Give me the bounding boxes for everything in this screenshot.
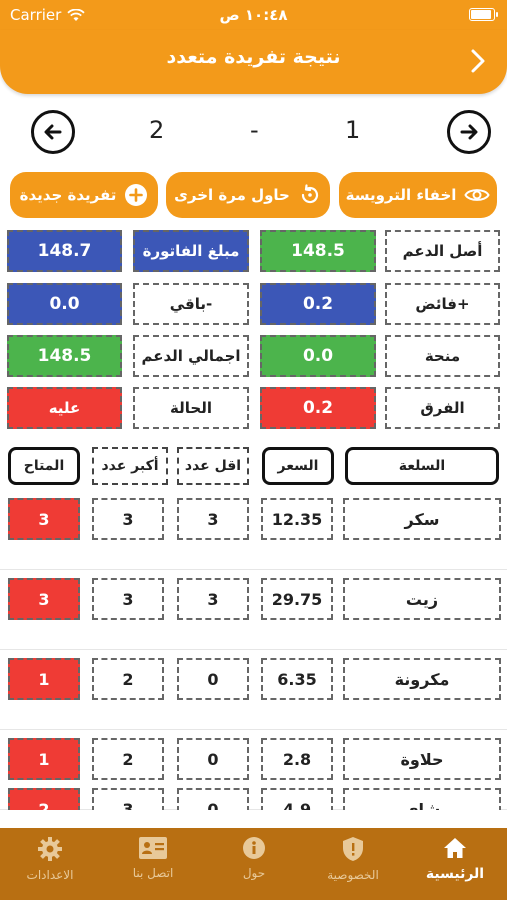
item-name: سكر — [343, 498, 501, 540]
summary-value-total-support: 148.5 — [7, 335, 122, 377]
plus-circle-icon — [125, 184, 148, 206]
info-icon — [243, 837, 265, 859]
reset-icon — [301, 184, 318, 204]
item-name: شاي — [343, 788, 501, 810]
item-price: 6.35 — [261, 658, 333, 700]
item-price: 29.75 — [261, 578, 333, 620]
summary-label-surplus: فائض+ — [385, 283, 500, 325]
item-price: 4.9 — [261, 788, 333, 810]
page-number-right: 1 — [345, 116, 361, 144]
item-min: 0 — [177, 788, 249, 810]
item-price: 2.8 — [261, 738, 333, 780]
summary-value-original-support: 148.5 — [260, 230, 376, 272]
summary-label-invoice-amount: مبلغ الفاتورة — [133, 230, 249, 272]
tab-privacy[interactable]: الخصوصية — [303, 836, 403, 882]
arrow-right-icon — [460, 124, 478, 140]
summary-label-remainder: باقي- — [133, 283, 249, 325]
app-header: نتيجة تفريدة متعدد — [0, 30, 507, 94]
table-row: زيت 29.75 3 3 3 — [0, 570, 507, 650]
page-separator: - — [250, 116, 259, 144]
item-max: 3 — [92, 578, 164, 620]
hide-header-button[interactable]: اخفاء الترويسة — [339, 172, 497, 218]
item-max: 2 — [92, 738, 164, 780]
summary-value-remainder: 0.0 — [7, 283, 122, 325]
shield-icon — [343, 837, 363, 861]
item-available: 1 — [8, 658, 80, 700]
new-calculation-label: تفريدة جديدة — [19, 186, 117, 204]
item-available: 1 — [8, 738, 80, 780]
summary-label-difference: الفرق — [385, 387, 500, 429]
items-table-body: سكر 12.35 3 3 3 زيت 29.75 3 3 3 مكرونة 6… — [0, 490, 507, 810]
summary-label-original-support: أصل الدعم — [385, 230, 500, 272]
column-header-price: السعر — [262, 447, 334, 485]
summary-label-grant: منحة — [385, 335, 500, 377]
arrow-left-icon — [44, 124, 62, 140]
retry-button[interactable]: حاول مرة اخرى — [166, 172, 330, 218]
item-min: 0 — [177, 658, 249, 700]
status-bar: Carrier ١٠:٤٨ ص — [0, 0, 507, 30]
item-name: حلاوة — [343, 738, 501, 780]
table-row: سكر 12.35 3 3 3 — [0, 490, 507, 570]
item-min: 0 — [177, 738, 249, 780]
column-header-max: أكبر عدد — [92, 447, 168, 485]
item-max: 3 — [92, 788, 164, 810]
status-time: ١٠:٤٨ ص — [219, 6, 288, 24]
contact-card-icon — [139, 837, 167, 859]
column-header-available: المتاح — [8, 447, 80, 485]
new-calculation-button[interactable]: تفريدة جديدة — [10, 172, 158, 218]
retry-label: حاول مرة اخرى — [174, 186, 290, 204]
tab-about[interactable]: حول — [204, 836, 304, 880]
eye-icon — [464, 189, 491, 201]
tab-home[interactable]: الرئيسية — [405, 836, 505, 882]
column-header-item: السلعة — [345, 447, 499, 485]
item-available: 3 — [8, 578, 80, 620]
tab-about-label: حول — [242, 866, 266, 880]
tab-settings[interactable]: الاعدادات — [0, 836, 100, 882]
item-max: 3 — [92, 498, 164, 540]
tab-privacy-label: الخصوصية — [327, 868, 379, 882]
gear-icon — [38, 837, 62, 861]
hide-header-label: اخفاء الترويسة — [345, 186, 457, 204]
summary-label-status: الحالة — [133, 387, 249, 429]
summary-value-surplus: 0.2 — [260, 283, 376, 325]
summary-label-total-support: اجمالي الدعم — [133, 335, 249, 377]
item-available: 3 — [8, 498, 80, 540]
table-row: مكرونة 6.35 0 2 1 — [0, 650, 507, 730]
action-bar: اخفاء الترويسة حاول مرة اخرى تفريدة جديد… — [0, 172, 507, 220]
tab-home-label: الرئيسية — [425, 866, 485, 882]
previous-page-button[interactable] — [31, 110, 75, 154]
item-max: 2 — [92, 658, 164, 700]
summary-value-invoice-amount: 148.7 — [7, 230, 122, 272]
chevron-right-icon[interactable] — [463, 46, 493, 76]
summary-value-difference: 0.2 — [260, 387, 376, 429]
item-min: 3 — [177, 578, 249, 620]
page-number-left: 2 — [149, 116, 165, 144]
summary-value-status: عليه — [7, 387, 122, 429]
home-icon — [444, 838, 466, 858]
pager: 2 - 1 — [0, 108, 507, 156]
summary-value-grant: 0.0 — [260, 335, 376, 377]
column-header-min: اقل عدد — [177, 447, 249, 485]
tab-contact[interactable]: اتصل بنا — [103, 836, 203, 880]
item-available: 2 — [8, 788, 80, 810]
item-price: 12.35 — [261, 498, 333, 540]
tab-settings-label: الاعدادات — [26, 868, 74, 882]
page-title: نتيجة تفريدة متعدد — [166, 46, 341, 68]
table-row: شاي 4.9 0 3 2 — [0, 780, 507, 810]
item-name: مكرونة — [343, 658, 501, 700]
next-page-button[interactable] — [447, 110, 491, 154]
item-name: زيت — [343, 578, 501, 620]
bottom-tab-bar: الرئيسية الخصوصية حول اتصل بنا الاعدادات — [0, 828, 507, 900]
battery-icon — [469, 8, 498, 21]
tab-contact-label: اتصل بنا — [132, 866, 174, 880]
item-min: 3 — [177, 498, 249, 540]
